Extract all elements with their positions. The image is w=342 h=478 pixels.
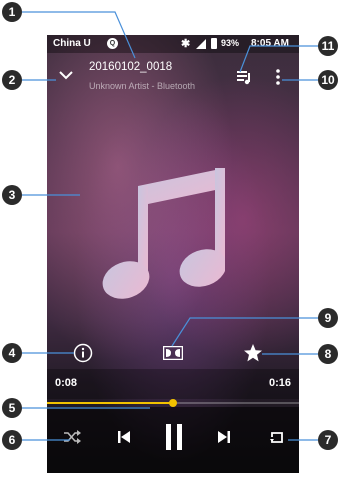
callout-badge: 10 [318, 70, 338, 90]
callout-lines [22, 11, 322, 441]
callout-badge: 8 [318, 344, 338, 364]
callout-badge: 5 [2, 398, 22, 418]
callout-badge: 3 [2, 185, 22, 205]
callout-badge: 6 [2, 430, 22, 450]
callout-badge: 11 [318, 36, 338, 56]
callout-badge: 9 [318, 308, 338, 328]
callout-badge: 2 [2, 70, 22, 90]
callout-badge: 7 [318, 430, 338, 450]
callout-badge: 4 [2, 343, 22, 363]
callout-badge: 1 [2, 2, 22, 22]
